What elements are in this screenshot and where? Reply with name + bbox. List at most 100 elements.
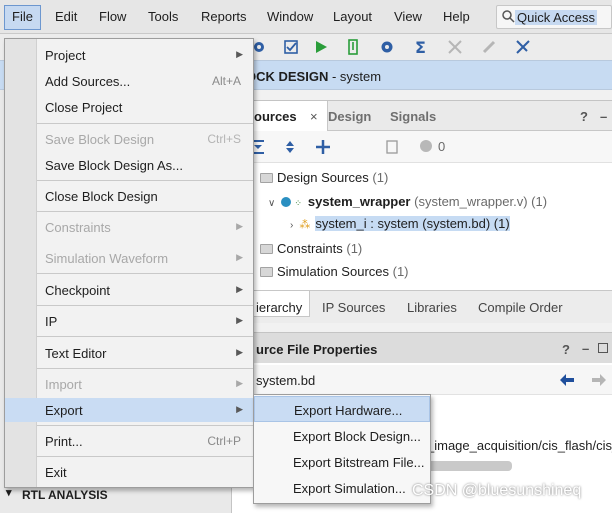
menu-item-constraints[interactable]: Constraints ▶ bbox=[5, 215, 253, 239]
properties-title: urce File Properties bbox=[256, 342, 378, 357]
help-icon[interactable]: ? bbox=[580, 109, 588, 124]
menu-help[interactable]: Help bbox=[443, 9, 470, 24]
menu-item-export-simulation[interactable]: Export Simulation... bbox=[254, 475, 430, 501]
tab-libraries[interactable]: Libraries bbox=[407, 300, 457, 315]
run-icon[interactable] bbox=[312, 38, 330, 56]
document-icon[interactable] bbox=[384, 139, 400, 155]
system-wrapper-label: system_wrapper bbox=[307, 194, 411, 209]
watermark-text: CSDN @bluesunshineq bbox=[412, 482, 582, 499]
menu-item-text-editor[interactable]: Text Editor ▶ bbox=[5, 341, 253, 365]
tree-system-wrapper[interactable]: ∨ ⁘ system_wrapper (system_wrapper.v) (1) bbox=[268, 194, 547, 209]
tab-design[interactable]: Design bbox=[328, 109, 371, 124]
chevron-down-icon: ∨ bbox=[268, 198, 276, 209]
folder-icon bbox=[260, 173, 273, 183]
sigma-icon[interactable]: Σ bbox=[412, 38, 430, 56]
sources-tabs: ources × Design Signals ? – bbox=[232, 101, 612, 131]
tab-ip-sources[interactable]: IP Sources bbox=[322, 300, 385, 315]
back-arrow-icon[interactable] bbox=[560, 374, 574, 386]
menu-item-close-project[interactable]: Close Project bbox=[5, 95, 253, 119]
menu-file[interactable]: File bbox=[4, 5, 41, 30]
sources-count: 0 bbox=[438, 139, 446, 154]
menu-window[interactable]: Window bbox=[267, 9, 313, 24]
submenu-arrow-icon: ▶ bbox=[236, 49, 243, 59]
menu-item-ip[interactable]: IP ▶ bbox=[5, 309, 253, 333]
menu-file-label: File bbox=[12, 9, 33, 24]
menu-tools[interactable]: Tools bbox=[148, 9, 178, 24]
menu-item-add-sources[interactable]: Add Sources... Alt+A bbox=[5, 69, 253, 93]
debug-icon[interactable] bbox=[446, 38, 464, 56]
validate-icon[interactable] bbox=[282, 38, 300, 56]
menu-item-close-block-design[interactable]: Close Block Design bbox=[5, 184, 253, 208]
sim-sources-label: Simulation Sources bbox=[277, 264, 389, 279]
minimize-icon[interactable]: – bbox=[600, 109, 607, 124]
sources-panel: ources × Design Signals ? – 0 Design Sou… bbox=[232, 100, 612, 323]
design-sources-label: Design Sources bbox=[277, 170, 369, 185]
submenu-arrow-icon: ▶ bbox=[236, 284, 243, 294]
tree-simulation-sources[interactable]: Simulation Sources (1) bbox=[260, 264, 409, 279]
menu-separator bbox=[37, 123, 253, 124]
close-icon[interactable]: × bbox=[310, 109, 318, 124]
horizontal-scrollbar[interactable] bbox=[427, 461, 512, 471]
menu-item-export[interactable]: Export ▶ bbox=[5, 398, 253, 422]
menu-flow[interactable]: Flow bbox=[99, 9, 126, 24]
file-menu-dropdown: Project ▶ Add Sources... Alt+A Close Proje… bbox=[4, 38, 254, 488]
menu-item-exit[interactable]: Exit bbox=[5, 460, 253, 484]
menu-item-simulation-waveform[interactable]: Simulation Waveform ▶ bbox=[5, 246, 253, 270]
sim-sources-count: (1) bbox=[392, 264, 409, 279]
menu-item-export-hardware[interactable]: Export Hardware... bbox=[254, 396, 430, 422]
sources-view-tabs: ierarchy IP Sources Libraries Compile Or… bbox=[232, 290, 612, 323]
menu-item-checkpoint[interactable]: Checkpoint ▶ bbox=[5, 278, 253, 302]
system-bd-label: system_i : system (system.bd) (1) bbox=[315, 216, 510, 231]
tree-design-sources[interactable]: Design Sources (1) bbox=[260, 170, 388, 185]
menu-item-export-block-design[interactable]: Export Block Design... bbox=[254, 423, 430, 449]
menu-item-save-block-design-as[interactable]: Save Block Design As... bbox=[5, 153, 253, 177]
menu-item-project[interactable]: Project ▶ bbox=[5, 43, 253, 67]
menu-item-export-bitstream-file[interactable]: Export Bitstream File... bbox=[254, 449, 430, 475]
tree-system-bd[interactable]: › ⁂ system_i : system (system.bd) (1) bbox=[290, 216, 510, 231]
probe-icon[interactable] bbox=[480, 38, 498, 56]
submenu-arrow-icon: ▶ bbox=[236, 378, 243, 388]
tab-hierarchy-label: ierarchy bbox=[256, 300, 303, 315]
menu-item-print[interactable]: Print... Ctrl+P bbox=[5, 429, 253, 453]
quick-access-text: Quick Access bbox=[515, 10, 598, 25]
submenu-arrow-icon: ▶ bbox=[236, 315, 243, 325]
export-submenu: Export Hardware... Export Block Design..… bbox=[253, 394, 431, 504]
menu-separator bbox=[37, 425, 253, 426]
expand-all-icon[interactable] bbox=[282, 139, 298, 155]
menu-view[interactable]: View bbox=[394, 9, 422, 24]
cut-icon[interactable] bbox=[514, 38, 532, 56]
minimize-icon[interactable]: – bbox=[582, 341, 589, 356]
top-module-icon bbox=[281, 197, 292, 207]
menu-separator bbox=[37, 368, 253, 369]
properties-file-name: system.bd bbox=[256, 373, 316, 388]
tab-signals[interactable]: Signals bbox=[390, 109, 436, 124]
properties-file-row: system.bd bbox=[232, 365, 612, 395]
menu-edit[interactable]: Edit bbox=[55, 9, 77, 24]
constraints-label: Constraints bbox=[277, 241, 343, 256]
tree-constraints[interactable]: Constraints (1) bbox=[260, 241, 362, 256]
constraints-count: (1) bbox=[346, 241, 363, 256]
forward-arrow-icon[interactable] bbox=[592, 374, 606, 386]
help-icon[interactable]: ? bbox=[562, 342, 570, 357]
tab-sources-label: ources bbox=[254, 109, 297, 124]
menu-reports[interactable]: Reports bbox=[201, 9, 247, 24]
menu-layout[interactable]: Layout bbox=[333, 9, 372, 24]
gear-icon[interactable] bbox=[378, 38, 396, 56]
program-device-icon[interactable] bbox=[344, 38, 362, 56]
menu-separator bbox=[37, 305, 253, 306]
maximize-icon[interactable] bbox=[598, 343, 608, 353]
submenu-arrow-icon: ▶ bbox=[236, 404, 243, 414]
tab-compile-order[interactable]: Compile Order bbox=[478, 300, 563, 315]
design-sources-count: (1) bbox=[372, 170, 389, 185]
menu-bar: File Edit Flow Tools Reports Window Layo… bbox=[0, 0, 612, 34]
menu-item-save-block-design[interactable]: Save Block Design Ctrl+S bbox=[5, 127, 253, 151]
menu-separator bbox=[37, 211, 253, 212]
properties-header: urce File Properties ? – bbox=[232, 333, 612, 363]
add-icon[interactable] bbox=[314, 138, 332, 156]
menu-item-import[interactable]: Import ▶ bbox=[5, 372, 253, 396]
folder-icon bbox=[260, 244, 273, 254]
sources-toolbar: 0 bbox=[232, 131, 612, 163]
chevron-right-icon: › bbox=[290, 220, 294, 231]
menu-separator bbox=[37, 273, 253, 274]
quick-access-search[interactable]: Quick Access bbox=[496, 5, 612, 29]
